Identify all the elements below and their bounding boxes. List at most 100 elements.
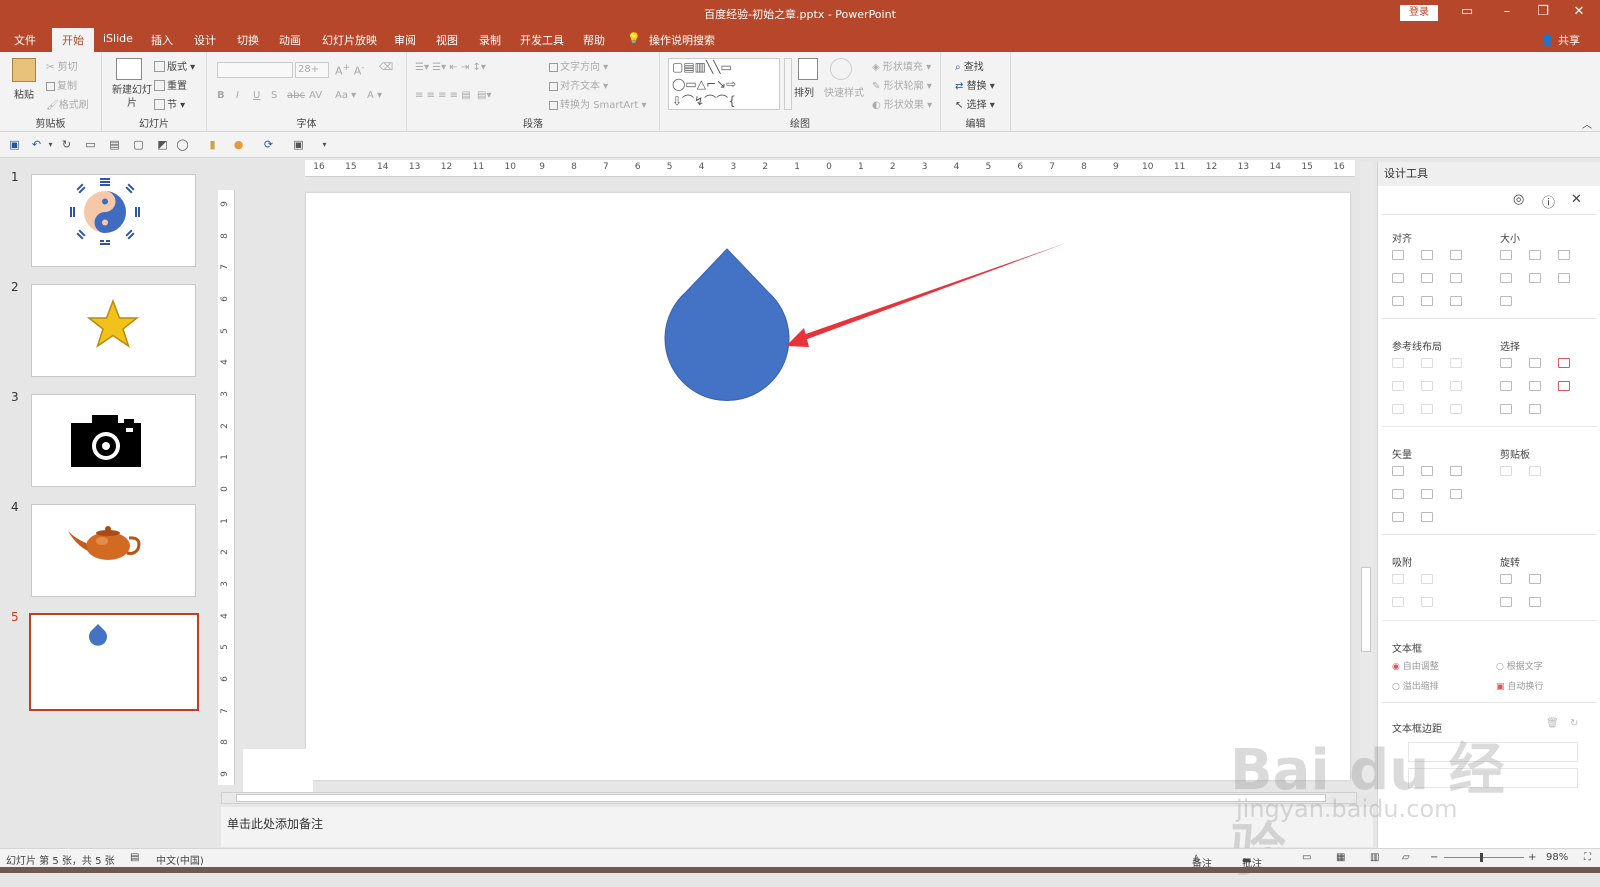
tab-record[interactable]: 录制 bbox=[479, 32, 501, 48]
vertical-scroll-thumb[interactable] bbox=[1361, 567, 1371, 652]
notes-pane[interactable]: 单击此处添加备注 bbox=[221, 807, 1373, 847]
design-tool-icon[interactable] bbox=[1450, 381, 1462, 391]
arrange-icon[interactable] bbox=[798, 58, 818, 80]
italic-button[interactable]: I bbox=[236, 90, 239, 101]
design-tool-icon[interactable] bbox=[1392, 574, 1404, 584]
design-tool-icon[interactable] bbox=[1421, 250, 1433, 260]
font-family-box[interactable] bbox=[217, 62, 293, 78]
underline-button[interactable]: U bbox=[253, 90, 260, 101]
layout-button[interactable]: 版式 ▾ bbox=[154, 58, 195, 73]
strikethrough-button[interactable]: abc bbox=[287, 90, 305, 101]
slide-canvas[interactable] bbox=[306, 193, 1350, 780]
design-tool-icon[interactable] bbox=[1421, 597, 1433, 607]
design-tool-icon[interactable] bbox=[1529, 574, 1541, 584]
login-button[interactable]: 登录 bbox=[1400, 5, 1438, 21]
design-tool-icon[interactable] bbox=[1392, 381, 1404, 391]
design-tool-icon[interactable] bbox=[1500, 597, 1512, 607]
align-text-button[interactable]: 对齐文本 ▾ bbox=[549, 77, 608, 92]
zoom-level[interactable]: 98% bbox=[1546, 852, 1568, 863]
clear-format-icon[interactable]: ⌫ bbox=[379, 62, 393, 73]
shadow-button[interactable]: S bbox=[271, 90, 277, 101]
design-tool-icon[interactable] bbox=[1421, 273, 1433, 283]
language-indicator[interactable]: 中文(中国) bbox=[156, 852, 204, 867]
arrange-button[interactable]: 排列 bbox=[794, 84, 814, 99]
rotate-icon[interactable]: ⟳ bbox=[262, 138, 275, 151]
zoom-slider[interactable] bbox=[1444, 857, 1524, 858]
font-color-button[interactable]: A ▾ bbox=[367, 90, 382, 101]
design-tool-icon[interactable] bbox=[1421, 574, 1433, 584]
copy-button[interactable]: 复制 bbox=[46, 77, 77, 92]
design-tool-icon[interactable] bbox=[1450, 489, 1462, 499]
tab-help[interactable]: 帮助 bbox=[583, 32, 605, 48]
design-tool-icon[interactable] bbox=[1558, 250, 1570, 260]
design-tool-icon[interactable] bbox=[1392, 466, 1404, 476]
close-button[interactable]: ✕ bbox=[1560, 0, 1598, 26]
design-tool-icon[interactable] bbox=[1529, 250, 1541, 260]
design-tool-icon[interactable] bbox=[1421, 404, 1433, 414]
fit-slide-icon[interactable]: ⛶ bbox=[1584, 852, 1591, 863]
cut-button[interactable]: ✂ 剪切 bbox=[46, 58, 78, 73]
group-icon[interactable]: ▣ bbox=[292, 138, 305, 151]
auto-wrap-checkbox[interactable]: ▣ 自动换行 bbox=[1496, 679, 1543, 692]
start-slideshow-icon[interactable]: ▭ bbox=[84, 138, 97, 151]
change-case-button[interactable]: Aa ▾ bbox=[335, 90, 356, 101]
design-tool-icon[interactable] bbox=[1558, 381, 1570, 391]
slide-thumbnail-5[interactable] bbox=[29, 613, 199, 711]
shape-outline-button[interactable]: ✎ 形状轮廓 ▾ bbox=[872, 77, 932, 92]
design-tool-icon[interactable] bbox=[1500, 273, 1512, 283]
design-tool-icon[interactable] bbox=[1450, 466, 1462, 476]
quick-styles-icon[interactable] bbox=[830, 58, 852, 80]
tab-view[interactable]: 视图 bbox=[436, 32, 458, 48]
undo-dropdown-icon[interactable]: ▾ bbox=[44, 138, 57, 151]
bold-button[interactable]: B bbox=[217, 90, 225, 101]
design-tool-icon[interactable] bbox=[1421, 489, 1433, 499]
design-tool-icon[interactable] bbox=[1500, 250, 1512, 260]
char-spacing-button[interactable]: AV bbox=[309, 90, 322, 101]
design-tool-icon[interactable] bbox=[1392, 358, 1404, 368]
new-slide-icon[interactable] bbox=[116, 58, 142, 80]
design-tool-icon[interactable] bbox=[1500, 381, 1512, 391]
replace-button[interactable]: ⇄ 替换 ▾ bbox=[955, 77, 995, 92]
design-tool-icon[interactable] bbox=[1421, 381, 1433, 391]
design-tool-icon[interactable] bbox=[1450, 273, 1462, 283]
design-tool-icon[interactable] bbox=[1529, 273, 1541, 283]
design-tool-icon[interactable] bbox=[1450, 296, 1462, 306]
slide-sorter-icon[interactable]: ▦ bbox=[1336, 852, 1345, 863]
tab-developer[interactable]: 开发工具 bbox=[520, 32, 564, 48]
tab-transitions[interactable]: 切换 bbox=[237, 32, 259, 48]
tab-file[interactable]: 文件 bbox=[14, 32, 36, 48]
align-icon[interactable]: ▮ bbox=[206, 138, 219, 151]
font-grow-icon[interactable]: A+ A- bbox=[335, 62, 365, 78]
design-tool-icon[interactable] bbox=[1392, 489, 1404, 499]
select-button[interactable]: ↖ 选择 ▾ bbox=[955, 96, 995, 111]
shape-fill-button[interactable]: ◈ 形状填充 ▾ bbox=[872, 58, 931, 73]
print-preview-icon[interactable]: ▤ bbox=[108, 138, 121, 151]
slideshow-view-icon[interactable]: ▱ bbox=[1402, 852, 1410, 863]
save-icon[interactable]: ▣ bbox=[8, 138, 21, 151]
normal-view-icon[interactable]: ▭ bbox=[1302, 852, 1311, 863]
design-tool-icon[interactable] bbox=[1392, 404, 1404, 414]
design-tool-icon[interactable] bbox=[1500, 296, 1512, 306]
design-tool-icon[interactable] bbox=[1500, 358, 1512, 368]
zoom-out-button[interactable]: − bbox=[1430, 852, 1438, 863]
paste-button[interactable]: 粘贴 bbox=[14, 86, 34, 101]
section-button[interactable]: 节 ▾ bbox=[154, 96, 185, 111]
new-slide-button[interactable]: 新建幻灯片 bbox=[110, 84, 154, 110]
design-tool-icon[interactable] bbox=[1558, 358, 1570, 368]
tab-design[interactable]: 设计 bbox=[194, 32, 216, 48]
tab-animations[interactable]: 动画 bbox=[279, 32, 301, 48]
design-tool-icon[interactable] bbox=[1529, 466, 1541, 476]
paste-icon[interactable] bbox=[12, 58, 36, 82]
text-direction-button[interactable]: 文字方向 ▾ bbox=[549, 58, 608, 73]
design-tool-icon[interactable] bbox=[1500, 574, 1512, 584]
water-drop-shape[interactable] bbox=[664, 248, 790, 402]
design-tool-icon[interactable] bbox=[1529, 381, 1541, 391]
delete-icon[interactable]: 🗑 bbox=[1546, 718, 1559, 729]
close-pane-icon[interactable]: ✕ bbox=[1571, 192, 1582, 207]
color-dot-icon[interactable]: ● bbox=[232, 138, 245, 151]
refresh-icon[interactable]: ↻ bbox=[1570, 718, 1578, 729]
minimize-button[interactable]: – bbox=[1488, 0, 1526, 26]
design-tool-icon[interactable] bbox=[1392, 250, 1404, 260]
tab-insert[interactable]: 插入 bbox=[151, 32, 173, 48]
shapes-gallery[interactable]: ▢▤▥╲╲▭ ◯▭△⌐↘⇨ ⇩⌒↯⌒⌒{ bbox=[668, 58, 780, 110]
